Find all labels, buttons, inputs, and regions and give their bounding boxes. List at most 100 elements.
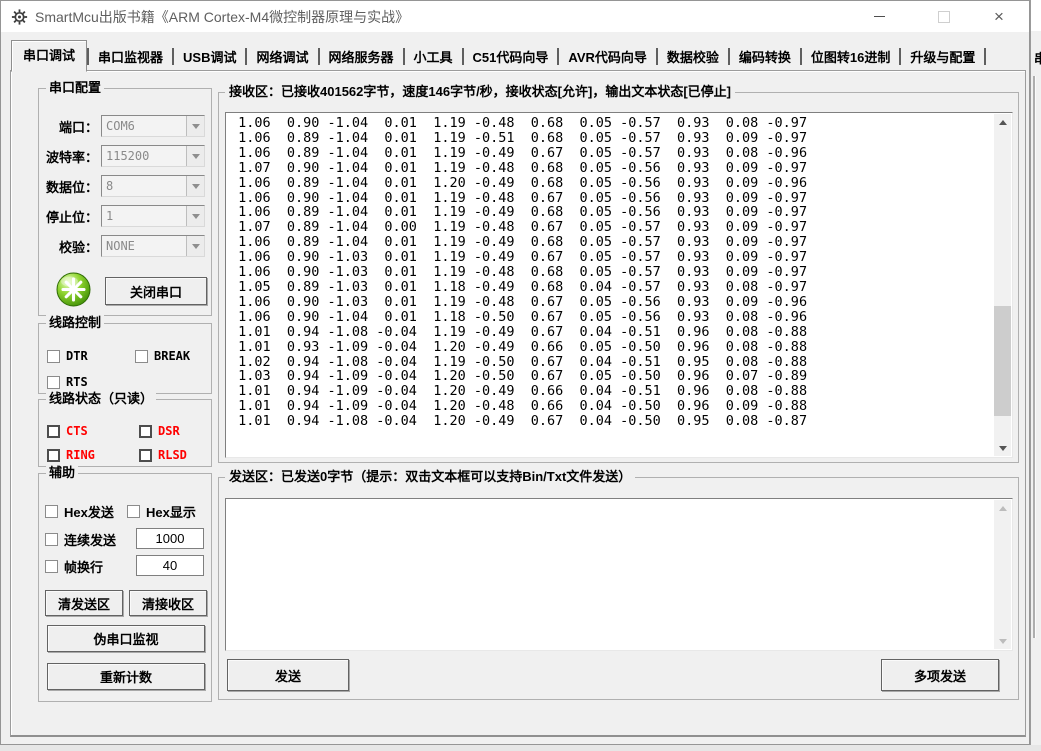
checkbox-break-label: BREAK xyxy=(154,349,190,363)
background-window-edge xyxy=(1033,76,1036,638)
stopbits-combo-arrow[interactable] xyxy=(186,206,204,226)
indicator-rlsd: RLSD xyxy=(139,448,187,462)
reset-counter-button[interactable]: 重新计数 xyxy=(47,663,205,690)
chevron-down-icon xyxy=(192,124,200,129)
app-window: SmartMcu出版书籍《ARM Cortex-M4微控制器原理与实战》 × 串… xyxy=(0,0,1030,745)
tab-network-debug[interactable]: 网络调试 xyxy=(247,43,317,71)
checkbox-box[interactable] xyxy=(45,505,58,518)
tab-serial-debug[interactable]: 串口调试 xyxy=(11,40,87,72)
indicator-cts-label: CTS xyxy=(66,424,88,438)
port-combo-arrow[interactable] xyxy=(186,116,204,136)
tab-c51-wizard[interactable]: C51代码向导 xyxy=(464,43,558,71)
send-area-group: 发送区：已发送0字节（提示：双击文本框可以支持Bin/Txt文件发送） 发送 多… xyxy=(218,477,1019,700)
receive-scrollbar-thumb[interactable] xyxy=(994,306,1011,416)
clear-send-area-button[interactable]: 清发送区 xyxy=(45,590,123,616)
send-textarea[interactable] xyxy=(225,498,1013,651)
checkbox-hex-show[interactable]: Hex显示 xyxy=(127,504,196,518)
port-combo[interactable]: COM6 xyxy=(101,115,205,137)
stopbits-value: 1 xyxy=(102,209,186,223)
port-open-status-led-icon xyxy=(55,271,92,308)
checkbox-continuous-send[interactable]: 连续发送 xyxy=(45,532,116,546)
send-button[interactable]: 发送 xyxy=(227,659,349,691)
tab-bitmap-to-hex[interactable]: 位图转16进制 xyxy=(802,43,899,71)
indicator-ring-label: RING xyxy=(66,448,95,462)
parity-label: 校验： xyxy=(59,237,98,256)
stopbits-combo[interactable]: 1 xyxy=(101,205,205,227)
scroll-down-button[interactable] xyxy=(994,440,1011,456)
hex-show-label: Hex显示 xyxy=(146,502,196,521)
checkbox-box[interactable] xyxy=(135,350,148,363)
send-scrollbar[interactable] xyxy=(994,500,1011,649)
screenshot-canvas: SmartMcu出版书籍《ARM Cortex-M4微控制器原理与实战》 × 串… xyxy=(0,0,1041,751)
send-data-text[interactable] xyxy=(230,502,992,650)
scroll-up-button[interactable] xyxy=(994,114,1011,130)
close-button[interactable]: × xyxy=(967,1,1031,32)
serial-config-group-title: 串口配置 xyxy=(46,80,104,96)
receive-scrollbar[interactable] xyxy=(994,114,1011,456)
checkbox-rts-label: RTS xyxy=(66,375,88,389)
checkbox-dtr-label: DTR xyxy=(66,349,88,363)
indicator-box xyxy=(139,449,152,462)
scroll-up-button[interactable] xyxy=(994,500,1011,516)
tab-usb-debug[interactable]: USB调试 xyxy=(174,43,245,71)
frame-newline-input[interactable] xyxy=(136,555,204,576)
indicator-box xyxy=(139,425,152,438)
baudrate-label: 波特率： xyxy=(46,147,98,166)
tab-encoding-convert[interactable]: 编码转换 xyxy=(730,43,800,71)
scroll-up-icon xyxy=(999,120,1007,125)
chevron-down-icon xyxy=(192,154,200,159)
scroll-down-icon xyxy=(999,446,1007,451)
checkbox-break[interactable]: BREAK xyxy=(135,349,190,363)
frame-newline-label: 帧换行 xyxy=(64,557,103,576)
stopbits-label: 停止位： xyxy=(46,207,98,226)
scroll-down-button[interactable] xyxy=(994,633,1011,649)
baudrate-combo[interactable]: 115200 xyxy=(101,145,205,167)
checkbox-box[interactable] xyxy=(47,350,60,363)
databits-combo-arrow[interactable] xyxy=(186,176,204,196)
close-port-button[interactable]: 关闭串口 xyxy=(105,277,207,305)
line-status-group: 线路状态（只读） CTS DSR RING RLSD xyxy=(38,399,212,467)
continuous-send-interval-input[interactable] xyxy=(136,528,204,549)
checkbox-box[interactable] xyxy=(45,560,58,573)
port-label: 端口： xyxy=(59,117,98,136)
line-status-group-title: 线路状态（只读） xyxy=(46,391,156,407)
tab-network-server[interactable]: 网络服务器 xyxy=(320,43,403,71)
pseudo-serial-monitor-button[interactable]: 伪串口监视 xyxy=(47,625,205,652)
checkbox-box[interactable] xyxy=(47,376,60,389)
continuous-send-label: 连续发送 xyxy=(64,530,116,549)
tab-bar: 串口调试 串口监视器 USB调试 网络调试 网络服务器 小工具 C51代码向导 … xyxy=(11,45,986,71)
minimize-button[interactable] xyxy=(847,1,911,32)
titlebar: SmartMcu出版书籍《ARM Cortex-M4微控制器原理与实战》 × xyxy=(1,1,1029,32)
maximize-icon xyxy=(938,11,950,23)
clear-receive-area-button[interactable]: 清接收区 xyxy=(129,590,207,616)
indicator-rlsd-label: RLSD xyxy=(158,448,187,462)
app-gear-icon xyxy=(11,8,28,25)
hex-send-label: Hex发送 xyxy=(64,502,114,521)
background-window-sliver: 串 xyxy=(1030,0,1041,745)
tab-upgrade-config[interactable]: 升级与配置 xyxy=(901,43,984,71)
tab-tools[interactable]: 小工具 xyxy=(405,43,462,71)
checkbox-box[interactable] xyxy=(127,505,140,518)
background-window-titlebar xyxy=(1031,0,1041,31)
tab-avr-wizard[interactable]: AVR代码向导 xyxy=(559,43,655,71)
baudrate-combo-arrow[interactable] xyxy=(186,146,204,166)
chevron-down-icon xyxy=(192,244,200,249)
checkbox-dtr[interactable]: DTR xyxy=(47,349,88,363)
tab-serial-monitor[interactable]: 串口监视器 xyxy=(89,43,172,71)
indicator-box xyxy=(47,425,60,438)
parity-combo[interactable]: NONE xyxy=(101,235,205,257)
parity-row: 校验： NONE xyxy=(39,235,205,257)
checkbox-frame-newline[interactable]: 帧换行 xyxy=(45,559,103,573)
multi-send-button[interactable]: 多项发送 xyxy=(881,659,999,691)
tab-data-check[interactable]: 数据校验 xyxy=(658,43,728,71)
serial-config-group: 串口配置 端口： COM6 波特率： 115200 数据位： xyxy=(38,88,212,316)
parity-combo-arrow[interactable] xyxy=(186,236,204,256)
checkbox-rts[interactable]: RTS xyxy=(47,375,88,389)
receive-data-text[interactable]: 1.06 0.90 -1.04 0.01 1.19 -0.48 0.68 0.0… xyxy=(230,116,992,457)
checkbox-box[interactable] xyxy=(45,533,58,546)
close-icon: × xyxy=(994,8,1004,25)
indicator-box xyxy=(47,449,60,462)
receive-textarea[interactable]: 1.06 0.90 -1.04 0.01 1.19 -0.48 0.68 0.0… xyxy=(225,112,1013,458)
checkbox-hex-send[interactable]: Hex发送 xyxy=(45,504,114,518)
databits-combo[interactable]: 8 xyxy=(101,175,205,197)
